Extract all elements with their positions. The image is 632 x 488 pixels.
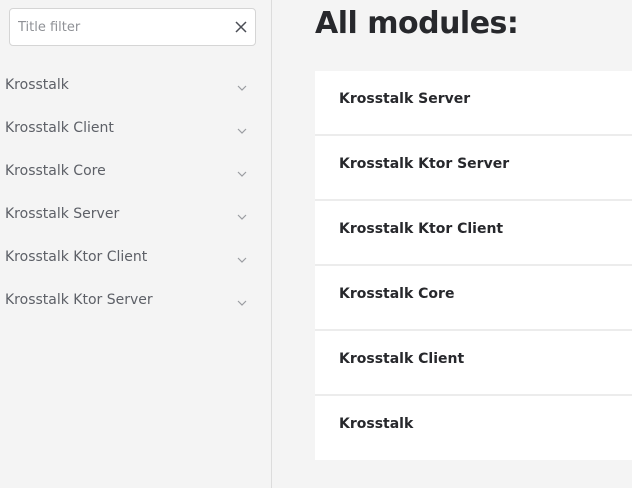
- sidebar-item-krosstalk-core[interactable]: Krosstalk Core: [0, 149, 271, 192]
- chevron-down-icon[interactable]: [236, 79, 248, 91]
- module-link[interactable]: Krosstalk Ktor Server: [339, 156, 509, 172]
- module-row-krosstalk-core[interactable]: Krosstalk Core: [315, 266, 632, 331]
- chevron-down-icon[interactable]: [236, 165, 248, 177]
- module-list: Krosstalk Server Krosstalk Ktor Server K…: [315, 71, 632, 460]
- module-row-krosstalk-server[interactable]: Krosstalk Server: [315, 71, 632, 136]
- sidebar-item-krosstalk[interactable]: Krosstalk: [0, 63, 271, 106]
- close-icon[interactable]: [233, 19, 249, 35]
- module-row-krosstalk[interactable]: Krosstalk: [315, 396, 632, 460]
- module-link[interactable]: Krosstalk Core: [339, 286, 454, 302]
- sidebar: Krosstalk Krosstalk Client Krosstalk Cor…: [0, 0, 272, 488]
- sidebar-item-label: Krosstalk Ktor Client: [5, 249, 148, 265]
- sidebar-nav: Krosstalk Krosstalk Client Krosstalk Cor…: [0, 63, 271, 321]
- chevron-down-icon[interactable]: [236, 251, 248, 263]
- module-link[interactable]: Krosstalk Ktor Client: [339, 221, 503, 237]
- main-content: All modules: Krosstalk Server Krosstalk …: [273, 0, 632, 488]
- sidebar-item-label: Krosstalk: [5, 77, 69, 93]
- sidebar-item-krosstalk-ktor-client[interactable]: Krosstalk Ktor Client: [0, 235, 271, 278]
- sidebar-item-krosstalk-client[interactable]: Krosstalk Client: [0, 106, 271, 149]
- chevron-down-icon[interactable]: [236, 294, 248, 306]
- module-link[interactable]: Krosstalk Server: [339, 91, 470, 107]
- module-row-krosstalk-ktor-server[interactable]: Krosstalk Ktor Server: [315, 136, 632, 201]
- module-row-krosstalk-client[interactable]: Krosstalk Client: [315, 331, 632, 396]
- sidebar-item-krosstalk-ktor-server[interactable]: Krosstalk Ktor Server: [0, 278, 271, 321]
- title-filter-box: [9, 8, 256, 46]
- sidebar-item-krosstalk-server[interactable]: Krosstalk Server: [0, 192, 271, 235]
- page-title: All modules:: [315, 6, 519, 41]
- chevron-down-icon[interactable]: [236, 122, 248, 134]
- sidebar-item-label: Krosstalk Ktor Server: [5, 292, 153, 308]
- module-link[interactable]: Krosstalk Client: [339, 351, 464, 367]
- chevron-down-icon[interactable]: [236, 208, 248, 220]
- sidebar-item-label: Krosstalk Server: [5, 206, 120, 222]
- sidebar-item-label: Krosstalk Core: [5, 163, 106, 179]
- title-filter-input[interactable]: [18, 9, 228, 45]
- module-row-krosstalk-ktor-client[interactable]: Krosstalk Ktor Client: [315, 201, 632, 266]
- module-link[interactable]: Krosstalk: [339, 416, 413, 432]
- sidebar-item-label: Krosstalk Client: [5, 120, 114, 136]
